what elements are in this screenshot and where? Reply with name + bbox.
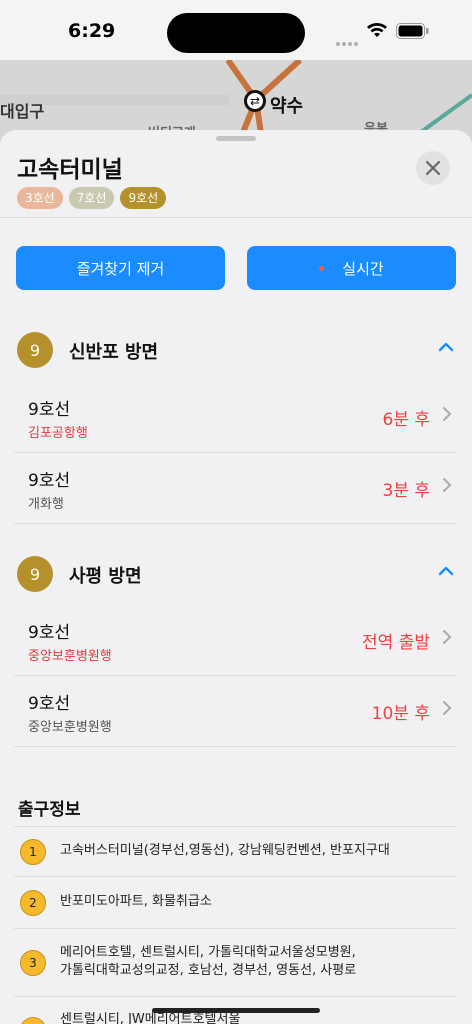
- station-sheet: 고속터미널 3호선 7호선 9호선 즐겨찾기 제거 실시간 9 신반포 방면 9…: [0, 130, 472, 1024]
- train-line: 9호선: [28, 623, 71, 643]
- train-row[interactable]: 9호선 김포공항행 6분 후: [14, 382, 456, 453]
- map-label-1: 약수: [270, 96, 304, 117]
- train-line: 9호선: [28, 400, 71, 420]
- train-destination: 김포공항행: [28, 426, 88, 441]
- chevron-right-icon: [443, 407, 452, 421]
- train-row[interactable]: 9호선 중앙보훈병원행 전역 출발: [14, 605, 456, 676]
- exit-text: 고속버스터미널(경부선,영동선), 강남웨딩컨벤션, 반포지구대: [60, 842, 390, 860]
- exit-number: 2: [20, 890, 46, 916]
- direction-header-sapyeong[interactable]: 9 사평 방면: [17, 556, 455, 592]
- exit-text: 반포미도아파트, 화물취급소: [60, 893, 212, 911]
- line-badge: 9: [17, 332, 53, 368]
- chevron-up-icon[interactable]: [437, 562, 455, 580]
- close-icon: [426, 161, 440, 175]
- train-eta: 전역 출발: [362, 633, 430, 653]
- exit-row[interactable]: 2 반포미도아파트, 화물취급소: [14, 876, 456, 928]
- station-title: 고속터미널: [17, 157, 123, 183]
- line-chips: 3호선 7호선 9호선: [17, 187, 167, 209]
- exit-number: 3: [20, 950, 46, 976]
- chevron-up-icon[interactable]: [437, 338, 455, 356]
- transfer-icon: ⇄: [244, 90, 266, 112]
- train-destination: 개화행: [28, 497, 64, 512]
- train-eta: 6분 후: [382, 410, 431, 430]
- direction-header-sinbanpo[interactable]: 9 신반포 방면: [17, 332, 455, 368]
- favorite-remove-label: 즐겨찾기 제거: [76, 259, 165, 278]
- exit-number: 4: [20, 1017, 46, 1024]
- status-bar: 6:29: [0, 0, 472, 60]
- train-eta: 3분 후: [382, 481, 431, 501]
- dynamic-island: [167, 13, 305, 53]
- line-chip-3[interactable]: 3호선: [17, 187, 63, 209]
- exit-info-title: 출구정보: [18, 800, 81, 820]
- train-row[interactable]: 9호선 중앙보훈병원행 10분 후: [14, 676, 456, 747]
- exit-row[interactable]: 1 고속버스터미널(경부선,영동선), 강남웨딩컨벤션, 반포지구대: [14, 826, 456, 876]
- signal-icon: [336, 31, 360, 46]
- status-time: 6:29: [68, 20, 116, 42]
- exit-text: 메리어트호텔, 센트럴시티, 가톨릭대학교서울성모병원, 가톨릭대학교성의교정,…: [60, 944, 356, 980]
- direction-title: 사평 방면: [69, 566, 142, 587]
- line-chip-9[interactable]: 9호선: [120, 187, 167, 209]
- train-destination: 중앙보훈병원행: [28, 720, 112, 735]
- chevron-right-icon: [443, 478, 452, 492]
- exit-text-line: 메리어트호텔, 센트럴시티, 가톨릭대학교서울성모병원,: [60, 945, 356, 960]
- live-dot-icon: [319, 265, 325, 271]
- exit-row[interactable]: 3 메리어트호텔, 센트럴시티, 가톨릭대학교서울성모병원, 가톨릭대학교성의교…: [14, 928, 456, 996]
- train-row[interactable]: 9호선 개화행 3분 후: [14, 453, 456, 524]
- favorite-remove-button[interactable]: 즐겨찾기 제거: [16, 246, 225, 290]
- battery-icon: [396, 23, 429, 39]
- exit-text-line: 반포미도아파트, 화물취급소: [60, 894, 212, 909]
- map-label-0: 대입구: [0, 102, 45, 121]
- exit-text-line: 가톨릭대학교성의교정, 호남선, 경부선, 영동선, 사평로: [60, 963, 357, 978]
- train-line: 9호선: [28, 694, 71, 714]
- header-divider: [0, 217, 472, 218]
- home-indicator[interactable]: [152, 1008, 320, 1013]
- train-destination: 중앙보훈병원행: [28, 649, 112, 664]
- realtime-button[interactable]: 실시간: [247, 246, 456, 290]
- sheet-grabber[interactable]: [216, 136, 256, 141]
- direction-title: 신반포 방면: [69, 342, 159, 363]
- line-chip-7[interactable]: 7호선: [68, 187, 115, 209]
- exit-number: 1: [20, 839, 46, 865]
- train-eta: 10분 후: [371, 704, 430, 724]
- line-badge: 9: [17, 556, 53, 592]
- train-line: 9호선: [28, 471, 71, 491]
- wifi-icon: [367, 23, 387, 37]
- exit-text-line: 고속버스터미널(경부선,영동선), 강남웨딩컨벤션, 반포지구대: [60, 843, 390, 858]
- chevron-right-icon: [443, 701, 452, 715]
- realtime-label: 실시간: [342, 259, 384, 278]
- chevron-right-icon: [443, 630, 452, 644]
- close-button[interactable]: [416, 151, 450, 185]
